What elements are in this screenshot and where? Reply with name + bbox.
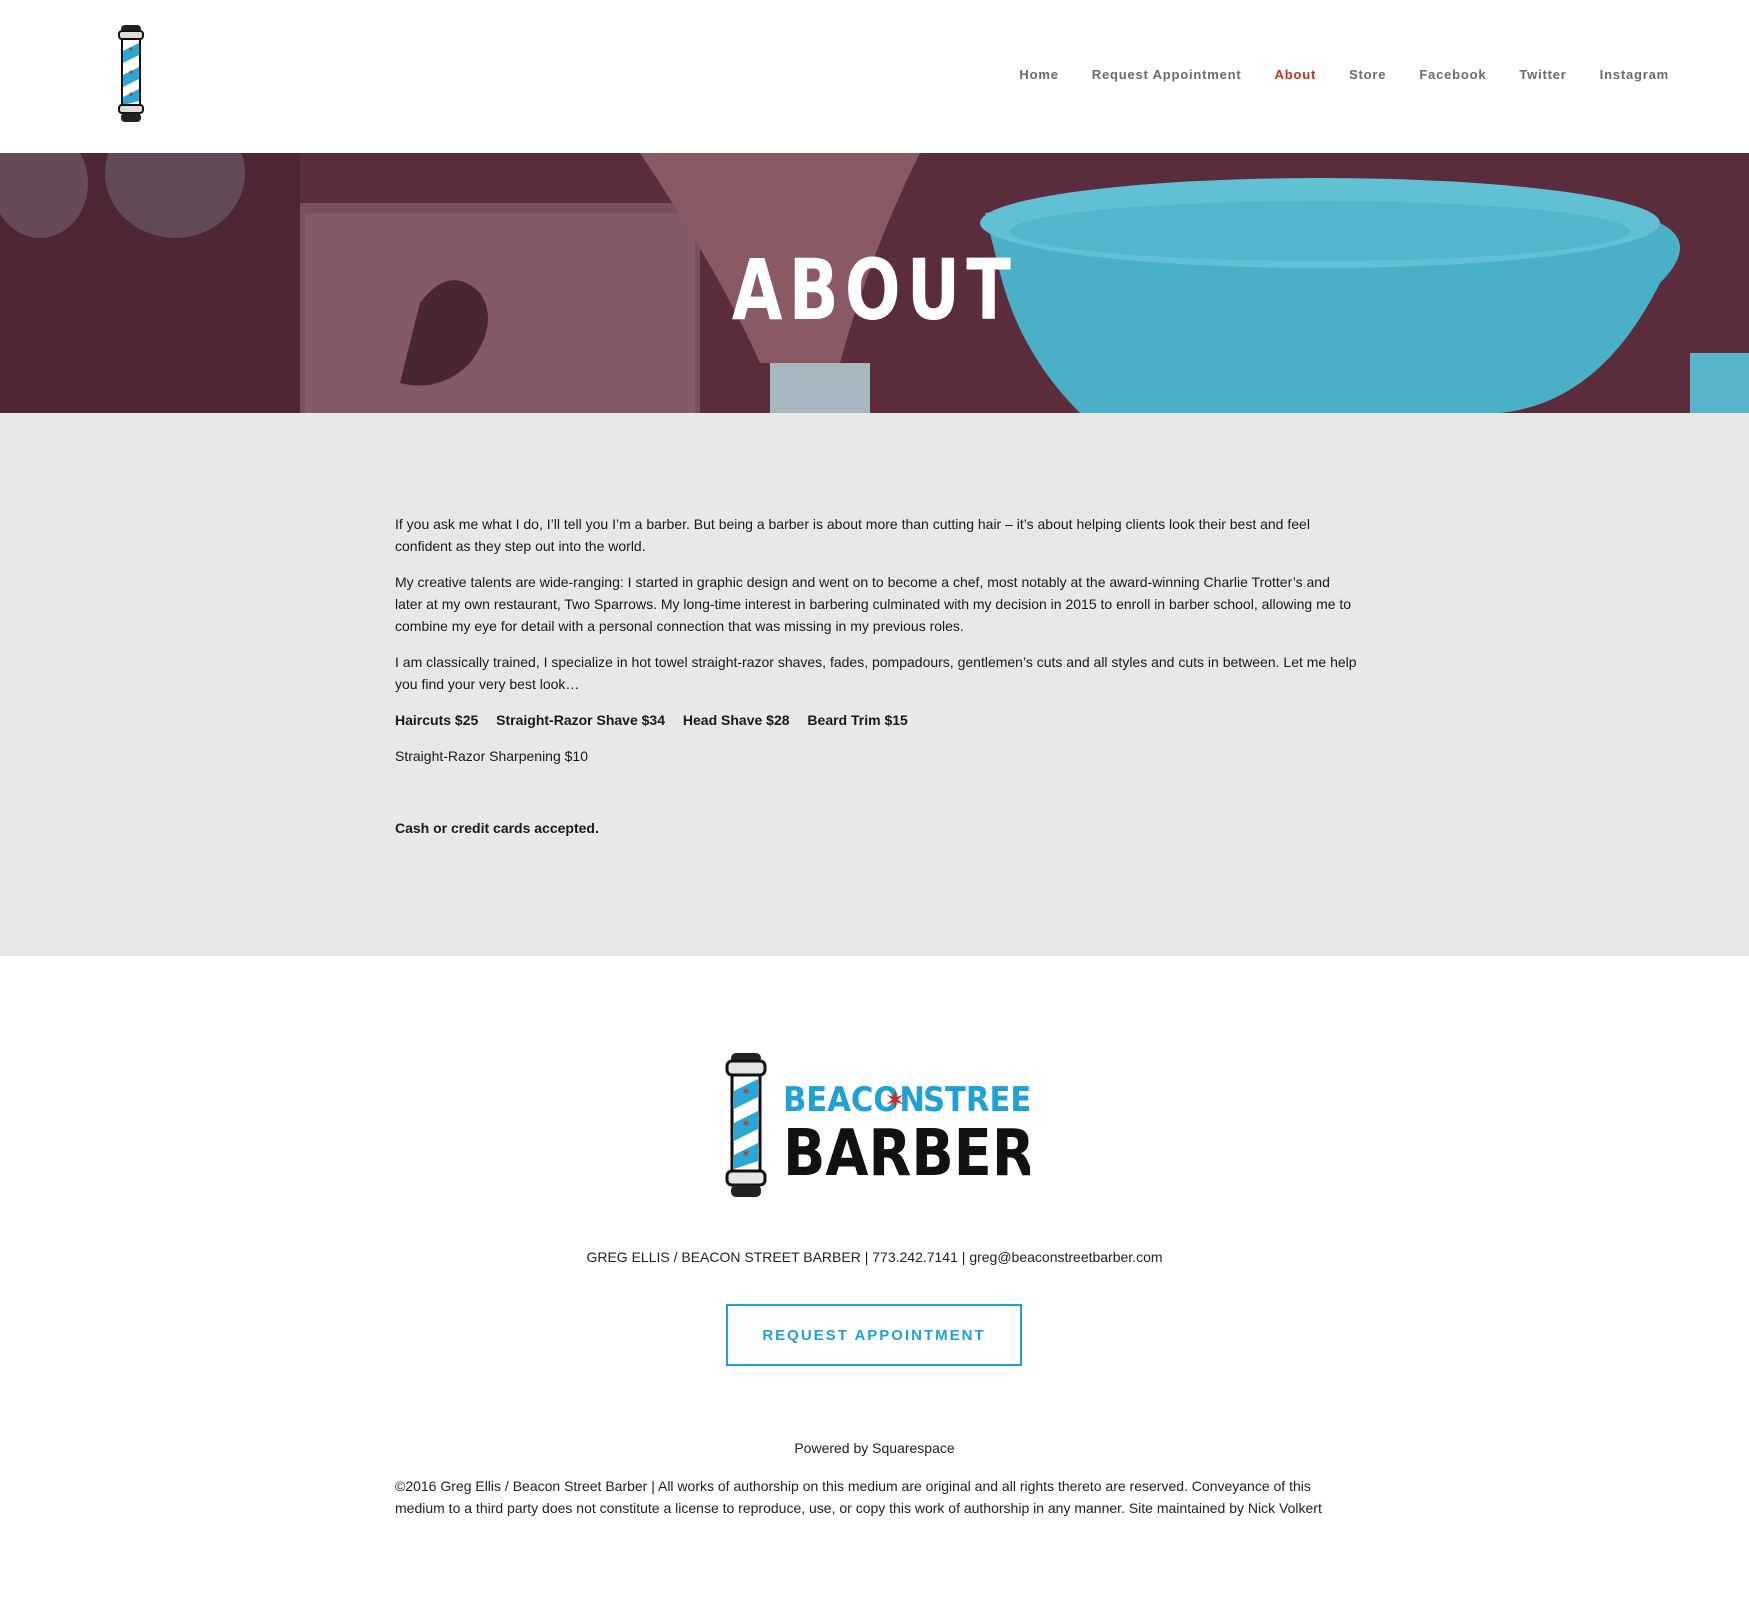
- contact-line: GREG ELLIS / BEACON STREET BARBER | 773.…: [0, 1249, 1749, 1265]
- nav-instagram[interactable]: Instagram: [1600, 67, 1669, 82]
- about-paragraph-2: My creative talents are wide-ranging: I …: [395, 574, 1352, 634]
- request-appointment-button[interactable]: REQUEST APPOINTMENT: [726, 1304, 1022, 1366]
- site-footer: ✶ ✶ ✶ BEACON ✶ STREET BARBER GREG ELLIS …: [0, 956, 1749, 1615]
- nav-store[interactable]: Store: [1349, 67, 1386, 82]
- svg-text:✶: ✶: [741, 1148, 750, 1160]
- beacon-street-barber-logo[interactable]: ✶ ✶ ✶ BEACON ✶ STREET BARBER: [725, 1051, 1030, 1201]
- site-header: ✶ ✶ ✶ Home Request Appointment About Sto…: [0, 0, 1749, 153]
- price-straight-razor-shave: Straight-Razor Shave $34: [496, 712, 666, 728]
- price-haircut: Haircuts $25: [395, 712, 479, 728]
- copyright-text: ©2016 Greg Ellis / Beacon Street Barber …: [395, 1478, 1311, 1516]
- svg-text:✶: ✶: [128, 90, 135, 99]
- svg-text:✶: ✶: [741, 1118, 750, 1130]
- powered-by-text: Powered by: [794, 1440, 869, 1456]
- barber-pole-logo[interactable]: ✶ ✶ ✶: [115, 23, 147, 125]
- nav-request-appointment[interactable]: Request Appointment: [1092, 67, 1242, 82]
- price-head-shave: Head Shave $28: [682, 712, 790, 728]
- price-list: Haircuts $25 Straight-Razor Shave $34 He…: [395, 709, 1360, 731]
- contact-email-link[interactable]: greg@beaconstreetbarber.com: [969, 1249, 1162, 1265]
- svg-text:BARBER: BARBER: [783, 1116, 1030, 1191]
- price-sharpening: Straight-Razor Sharpening $10: [395, 748, 589, 764]
- svg-text:STREET: STREET: [923, 1079, 1030, 1119]
- about-paragraph-3: I am classically trained, I specialize i…: [395, 654, 1357, 692]
- squarespace-link[interactable]: Squarespace: [872, 1440, 955, 1456]
- price-beard-trim: Beard Trim $15: [807, 712, 908, 728]
- nav-twitter[interactable]: Twitter: [1519, 67, 1566, 82]
- about-content-section: If you ask me what I do, I’ll tell you I…: [0, 413, 1749, 956]
- svg-text:✶: ✶: [128, 68, 135, 77]
- svg-text:✶: ✶: [741, 1086, 750, 1098]
- about-paragraph-1: If you ask me what I do, I’ll tell you I…: [395, 516, 1310, 554]
- nav-home[interactable]: Home: [1019, 67, 1058, 82]
- nav-facebook[interactable]: Facebook: [1419, 67, 1486, 82]
- payment-note: Cash or credit cards accepted.: [395, 820, 599, 836]
- about-text: If you ask me what I do, I’ll tell you I…: [395, 513, 1360, 853]
- site-maintainer-link[interactable]: Nick Volkert: [1248, 1500, 1322, 1516]
- hero-banner: ABOUT: [0, 153, 1749, 413]
- copyright-notice: ©2016 Greg Ellis / Beacon Street Barber …: [395, 1475, 1355, 1519]
- svg-text:✶: ✶: [884, 1085, 906, 1115]
- svg-text:✶: ✶: [128, 45, 135, 54]
- page-title: ABOUT: [731, 241, 1018, 339]
- powered-by: Powered by Squarespace: [0, 1440, 1749, 1456]
- contact-text: GREG ELLIS / BEACON STREET BARBER | 773.…: [586, 1249, 966, 1265]
- main-nav: Home Request Appointment About Store Fac…: [986, 67, 1669, 82]
- nav-about[interactable]: About: [1275, 67, 1317, 82]
